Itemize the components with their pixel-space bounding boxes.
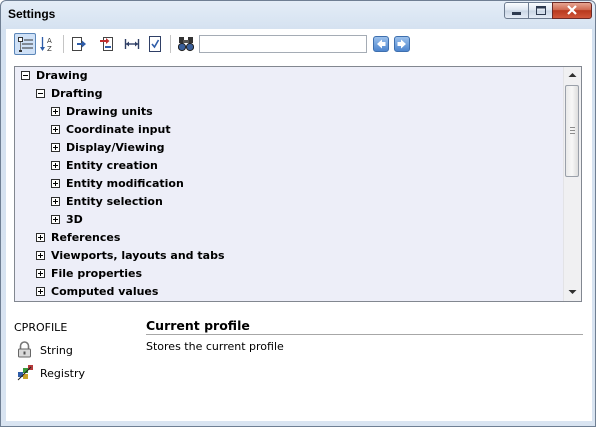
search-previous-button[interactable] — [373, 36, 389, 52]
scroll-grip — [570, 133, 575, 134]
categorized-view-icon — [18, 37, 33, 52]
expand-toggle-icon[interactable] — [51, 125, 60, 134]
sort-alphabetical-icon: A Z — [40, 37, 52, 52]
expand-toggle-icon[interactable] — [51, 179, 60, 188]
title-bar[interactable]: Settings — [1, 1, 595, 29]
tree-item-label: Viewports, layouts and tabs — [51, 249, 225, 262]
import-icon — [100, 37, 113, 51]
import-button[interactable] — [96, 33, 118, 55]
divider — [146, 334, 583, 335]
export-button[interactable] — [68, 33, 90, 55]
details-panel: CPROFILE String Registry Current profile… — [6, 310, 592, 420]
client-area: A Z Drawing Drafting Drawing units Coord… — [6, 29, 592, 421]
tree-item-label: Display/Viewing — [66, 141, 165, 154]
close-button[interactable] — [552, 2, 592, 19]
registry-icon — [17, 365, 33, 381]
svg-text:A: A — [47, 37, 52, 45]
scroll-grip — [570, 127, 575, 128]
variable-type: String — [40, 344, 73, 357]
variable-source: Registry — [40, 367, 86, 380]
svg-text:Z: Z — [47, 45, 52, 52]
expand-toggle-icon[interactable] — [51, 197, 60, 206]
tree-item[interactable]: 3D — [15, 211, 563, 229]
sort-alphabetical-button[interactable]: A Z — [37, 33, 59, 55]
collapse-toggle-icon[interactable] — [21, 71, 30, 80]
window-title: Settings — [8, 7, 56, 21]
expand-toggle-icon[interactable] — [36, 251, 45, 260]
toolbar: A Z — [6, 29, 592, 60]
tree-item-label: Computed values — [51, 285, 159, 298]
tree-item-label: Drawing — [36, 69, 88, 82]
setting-title: Current profile — [146, 318, 250, 333]
tree-item[interactable]: Drawing — [15, 67, 563, 85]
expand-toggle-icon[interactable] — [36, 269, 45, 278]
tree-item-label: Entity modification — [66, 177, 184, 190]
expand-toggle-icon[interactable] — [36, 287, 45, 296]
find-binoculars-icon — [178, 37, 194, 52]
maximize-button[interactable] — [528, 2, 553, 19]
find-button[interactable] — [175, 33, 197, 55]
tree-item-label: 3D — [66, 213, 83, 226]
tree-item[interactable]: Entity modification — [15, 175, 563, 193]
tree-item[interactable]: References — [15, 229, 563, 247]
expand-toggle-icon[interactable] — [36, 233, 45, 242]
tree-view: Drawing Drafting Drawing units Coordinate i… — [15, 67, 563, 301]
scroll-down-button[interactable] — [564, 284, 581, 301]
tree-item-label: Drafting — [51, 87, 103, 100]
toolbar-separator — [170, 35, 171, 53]
expand-toggle-icon[interactable] — [51, 215, 60, 224]
tree-item-label: File properties — [51, 267, 142, 280]
tree-item[interactable]: Viewports, layouts and tabs — [15, 247, 563, 265]
vertical-scrollbar[interactable] — [563, 67, 581, 301]
scroll-up-button[interactable] — [564, 67, 581, 84]
setting-description: Stores the current profile — [146, 340, 284, 353]
tree-item-label: Entity selection — [66, 195, 163, 208]
tree-item[interactable]: Display/Viewing — [15, 139, 563, 157]
close-icon — [567, 5, 577, 15]
tree-item-label: References — [51, 231, 121, 244]
scroll-down-arrow-icon — [568, 290, 577, 294]
tree-item[interactable]: Drafting — [15, 85, 563, 103]
collapse-toggle-icon[interactable] — [36, 89, 45, 98]
tree-item-label: Drawing units — [66, 105, 153, 118]
tree-item-label: Entity creation — [66, 159, 158, 172]
settings-tree[interactable]: Drawing Drafting Drawing units Coordinate i… — [14, 66, 582, 302]
search-input[interactable] — [199, 35, 367, 53]
toolbar-separator — [63, 35, 64, 53]
search-next-button[interactable] — [394, 36, 410, 52]
scroll-grip — [570, 130, 575, 131]
checklist-button[interactable] — [144, 33, 166, 55]
tree-item[interactable]: File properties — [15, 265, 563, 283]
tree-item-label: Coordinate input — [66, 123, 171, 136]
export-icon — [72, 37, 86, 51]
categorized-view-button[interactable] — [14, 33, 36, 55]
expand-toggle-icon[interactable] — [51, 107, 60, 116]
minimize-icon — [512, 12, 521, 15]
variable-name: CPROFILE — [14, 321, 68, 334]
minimize-button[interactable] — [504, 2, 529, 19]
lock-icon — [18, 341, 31, 358]
settings-window: Settings A Z Drawing Drafting Drawing un… — [0, 0, 596, 427]
scroll-thumb[interactable] — [565, 85, 579, 177]
expand-toggle-icon[interactable] — [51, 161, 60, 170]
tree-item[interactable]: Entity selection — [15, 193, 563, 211]
expand-toggle-icon[interactable] — [51, 143, 60, 152]
arrow-right-icon — [397, 39, 406, 49]
dimension-icon — [124, 39, 140, 49]
checklist-icon — [149, 36, 161, 52]
tree-item[interactable]: Coordinate input — [15, 121, 563, 139]
tree-item[interactable]: Entity creation — [15, 157, 563, 175]
scroll-up-arrow-icon — [568, 73, 577, 77]
tree-item[interactable]: Drawing units — [15, 103, 563, 121]
arrow-left-icon — [377, 39, 386, 49]
maximize-icon — [536, 6, 546, 15]
tree-item[interactable]: Computed values — [15, 283, 563, 301]
dimension-button[interactable] — [121, 33, 143, 55]
